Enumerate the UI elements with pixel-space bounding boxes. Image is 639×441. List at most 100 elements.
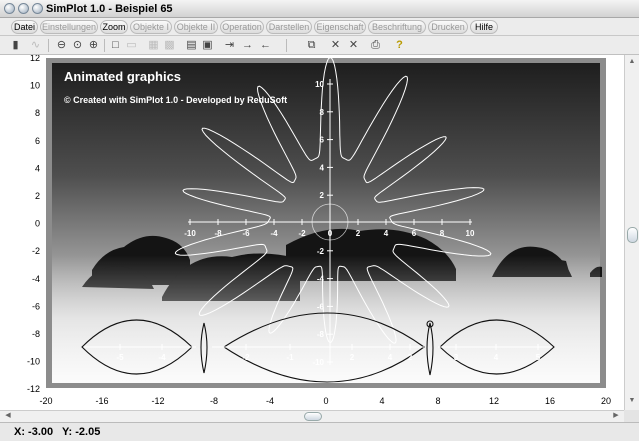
outer-y-tick-label: -12	[27, 384, 40, 394]
inner-y-tick-label: 4	[320, 163, 325, 172]
menu-zoom[interactable]: Zoom	[100, 20, 128, 34]
inner-x-tick-label: 6	[412, 229, 417, 238]
menu-drucken[interactable]: Drucken	[428, 20, 468, 34]
vertical-scrollbar[interactable]: ▲ ▼	[624, 55, 639, 410]
toolbar-separator	[286, 39, 287, 52]
window-title: SimPlot 1.0 - Beispiel 65	[46, 3, 173, 15]
menu-eigenschaft[interactable]: Eigenschaft	[314, 20, 366, 34]
plot-area[interactable]: -20 -16 -12 -8 -4 0 4 8 12 16 20 12 10 8 6 4 2 0 -2 -4 -6 -8…	[0, 55, 624, 410]
zoom-in-icon[interactable]: ⊕	[86, 38, 101, 53]
outer-y-tick-label: -10	[27, 357, 40, 367]
grid-dense-icon[interactable]: ▩	[162, 38, 177, 53]
bottom-label: 4	[388, 353, 393, 362]
menu-hilfe[interactable]: Hilfe	[470, 20, 498, 34]
bottom-label: -4	[158, 353, 166, 362]
inner-x-tick-label: -8	[214, 229, 222, 238]
outer-x-tick-label: 12	[489, 396, 499, 406]
image-icon[interactable]: ▣	[200, 38, 215, 53]
inner-x-tick-label: 0	[328, 229, 333, 238]
export-icon[interactable]: ⇥	[222, 38, 237, 53]
calculator-icon[interactable]: ▮	[8, 38, 23, 53]
bottom-label: 4	[494, 353, 499, 362]
table-icon[interactable]: ▤	[184, 38, 199, 53]
maximize-window-button[interactable]	[32, 3, 43, 14]
zoom-out-icon[interactable]: ⊖	[54, 38, 69, 53]
inner-x-tick-label: 4	[384, 229, 389, 238]
inner-y-tick-label: 6	[320, 136, 325, 145]
inner-x-tick-label: -2	[298, 229, 306, 238]
outer-y-tick-label: 8	[35, 108, 40, 118]
grid-icon[interactable]: ▦	[146, 38, 161, 53]
inner-x-tick-label: -4	[270, 229, 278, 238]
help-icon[interactable]: ?	[392, 38, 407, 53]
inner-y-tick-label: -6	[317, 302, 325, 311]
plot-credit: © Created with SimPlot 1.0 - Developed b…	[64, 95, 287, 105]
menu-darstellen[interactable]: Darstellen	[266, 20, 312, 34]
curve-icon[interactable]: ∿	[28, 38, 43, 53]
inner-x-tick-label: 2	[356, 229, 361, 238]
outer-y-tick-label: -2	[32, 246, 40, 256]
outer-y-tick-label: 0	[35, 219, 40, 229]
menu-datei[interactable]: Datei	[11, 20, 38, 34]
mist-overlay	[52, 255, 600, 383]
outer-x-tick-label: -8	[210, 396, 218, 406]
square-icon[interactable]: □	[108, 38, 123, 53]
inner-x-tick-label: -10	[184, 229, 196, 238]
status-x-coordinate: X: -3.00	[14, 426, 54, 438]
outer-x-tick-label: 16	[545, 396, 555, 406]
menu-operation[interactable]: Operation	[220, 20, 264, 34]
scrollbar-corner	[624, 410, 639, 422]
outer-y-tick-label: 12	[30, 55, 40, 63]
menu-objekte-1[interactable]: Objekte I	[130, 20, 172, 34]
outer-y-tick-label: 2	[35, 191, 40, 201]
cross-icon[interactable]: ✕	[346, 38, 361, 53]
outer-x-tick-label: 0	[323, 396, 328, 406]
bottom-label: -1	[286, 353, 294, 362]
bottom-label: 2	[408, 353, 413, 362]
inner-x-tick-label: -6	[242, 229, 250, 238]
close-window-button[interactable]	[4, 3, 15, 14]
outer-y-tick-label: -4	[32, 274, 40, 284]
horizontal-scroll-thumb[interactable]	[304, 412, 322, 421]
minimize-window-button[interactable]	[18, 3, 29, 14]
outer-x-tick-label: -4	[266, 396, 274, 406]
outer-y-tick-label: 10	[30, 81, 40, 91]
inner-y-tick-label: -2	[317, 247, 325, 256]
outer-y-tick-label: 4	[35, 163, 40, 173]
plot-canvas: -20 -16 -12 -8 -4 0 4 8 12 16 20 121086420-2-4-6-8…	[27, 55, 611, 406]
inner-y-tick-label: 2	[320, 191, 325, 200]
inner-x-tick-label: 8	[440, 229, 445, 238]
print-icon[interactable]: ⎙	[368, 38, 383, 53]
menu-bar: Datei Einstellungen Zoom Objekte I Objek…	[0, 18, 639, 36]
arrow-right-icon[interactable]: →	[240, 38, 255, 53]
inner-x-tick-label: 10	[466, 229, 475, 238]
menu-beschriftung[interactable]: Beschriftung	[368, 20, 426, 34]
outer-y-tick-label: 6	[35, 136, 40, 146]
frame-icon[interactable]: ▭	[124, 38, 139, 53]
zoom-icon[interactable]: ⊙	[70, 38, 85, 53]
toolbar-separator	[104, 39, 105, 52]
plot-heading: Animated graphics	[64, 69, 181, 84]
vertical-scroll-thumb[interactable]	[627, 227, 638, 243]
copy-icon[interactable]: ⧉	[304, 38, 319, 53]
outer-x-tick-label: 20	[601, 396, 611, 406]
outer-x-axis: -20 -16 -12 -8 -4 0 4 8 12 16 20	[39, 396, 611, 406]
outer-y-tick-label: -8	[32, 329, 40, 339]
cross-icon[interactable]: ✕	[328, 38, 343, 53]
inner-y-tick-label: -8	[317, 330, 325, 339]
inner-y-tick-label: -10	[312, 358, 324, 367]
outer-y-tick-label: -6	[32, 301, 40, 311]
outer-x-tick-label: 8	[435, 396, 440, 406]
outer-x-tick-label: -16	[95, 396, 108, 406]
menu-objekte-2[interactable]: Objekte II	[174, 20, 218, 34]
title-bar: SimPlot 1.0 - Beispiel 65	[0, 0, 639, 18]
menu-einstellungen[interactable]: Einstellungen	[40, 20, 98, 34]
arrow-left-icon[interactable]: ←	[258, 38, 273, 53]
scroll-up-icon[interactable]: ▲	[626, 57, 638, 69]
horizontal-scrollbar[interactable]: ◀ ▶	[0, 410, 624, 422]
bottom-label: -2	[242, 353, 250, 362]
bottom-label: 2	[350, 353, 355, 362]
status-bar: X: -3.00 Y: -2.05	[0, 422, 639, 441]
status-y-coordinate: Y: -2.05	[62, 426, 101, 438]
scroll-down-icon[interactable]: ▼	[626, 396, 638, 408]
